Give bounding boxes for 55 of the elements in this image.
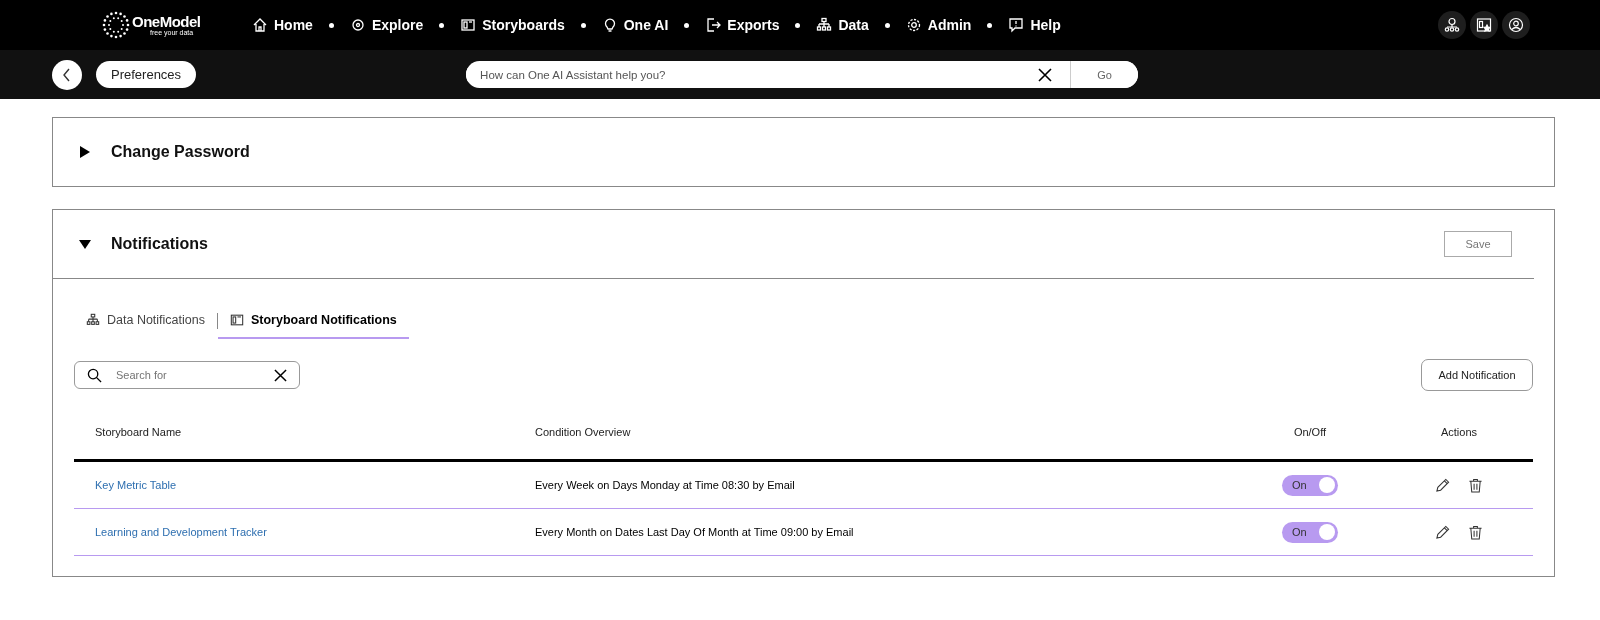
favorite-storyboard-button[interactable] [1470,11,1498,39]
dotted-circle-logo-icon [102,11,130,39]
save-button[interactable]: Save [1444,231,1512,257]
storyboard-icon[interactable] [229,313,244,327]
search-icon [87,367,102,383]
on-off-toggle[interactable]: On [1282,521,1338,543]
delete-trash-icon[interactable] [1468,477,1483,493]
edit-pencil-icon[interactable] [1435,524,1450,540]
logo-name: OneModel [132,14,201,29]
nav-link[interactable]: One AI [601,17,669,33]
column-header: On/Off [1292,426,1328,438]
column-header: Condition Overview [535,426,632,438]
hierarchy-icon[interactable] [816,17,833,33]
back-button[interactable] [52,59,82,90]
org-chart-button[interactable] [1438,11,1466,39]
storyboard-link[interactable]: Key Metric Table [95,479,177,491]
user-profile-button[interactable] [1502,11,1530,39]
nav-link[interactable]: Explore [349,17,424,33]
nav-link[interactable]: Exports [705,17,780,33]
go-button[interactable]: Go [1070,61,1139,88]
delete-trash-icon[interactable] [1468,524,1483,540]
exit-arrow-icon[interactable] [705,17,722,33]
expanded-triangle-icon[interactable] [79,238,91,250]
search-field[interactable]: Search for [74,361,300,389]
column-header: Storyboard Name [94,426,183,438]
user-icon[interactable] [1508,17,1524,33]
close-icon[interactable] [1038,67,1053,82]
edit-pencil-icon[interactable] [1435,477,1450,493]
section-title: Change Password [111,143,250,161]
gear-outline-icon[interactable] [349,17,366,33]
tab[interactable]: Data Notifications [74,307,217,339]
add-notification-button[interactable]: Add Notification [1421,359,1533,391]
condition-text: Every Week on Days Monday at Time 08:30 by Email [535,479,795,491]
tab[interactable]: Storyboard Notifications [217,307,409,339]
nav-link[interactable]: Home [252,17,313,33]
nav-link[interactable]: Help [1008,17,1061,33]
home-icon[interactable] [252,17,268,33]
breadcrumb-pill: Preferences [96,61,197,88]
org-chart-icon[interactable] [1444,17,1460,33]
chevron-left-icon[interactable] [62,67,72,82]
nav-link[interactable]: Admin [905,17,972,33]
nav-link[interactable]: Data [816,17,869,33]
on-off-toggle[interactable]: On [1282,474,1338,496]
hierarchy-icon[interactable] [86,313,100,327]
column-header: Actions [1439,426,1479,438]
condition-text: Every Month on Dates Last Day Of Month at Time 09:00 by Email [535,526,854,538]
nav-link[interactable]: Storyboards [460,17,565,33]
settings-icon[interactable] [905,17,922,33]
clear-search-icon[interactable] [274,368,287,382]
collapsed-triangle-icon[interactable] [79,146,91,158]
section-title: Notifications [111,235,208,253]
storyboard-icon[interactable] [460,17,477,33]
assistant-search-bar[interactable]: How can One AI Assistant help you? Go [466,61,1139,88]
speech-bubble-icon[interactable] [1008,17,1025,33]
storyboard-link[interactable]: Learning and Development Tracker [95,526,267,538]
